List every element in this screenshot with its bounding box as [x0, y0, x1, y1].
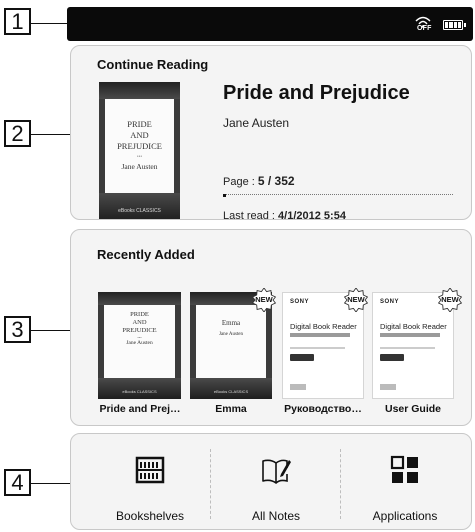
thumb-1-author: Jane Austen	[126, 339, 153, 346]
cover-title-line-2: AND	[130, 129, 149, 140]
thumb-2-author: Jane Austen	[218, 331, 244, 337]
callout-3: 3	[4, 316, 31, 343]
new-badge-icon: NEW	[438, 288, 462, 312]
all-notes-label: All Notes	[251, 509, 301, 523]
new-badge-label: NEW	[441, 295, 459, 304]
continue-reading-title: Continue Reading	[97, 57, 209, 72]
current-book-cover[interactable]: PRIDE AND PREJUDICE ••• Jane Austen eBoo…	[99, 82, 180, 219]
page-info: Page : 5 / 352	[223, 174, 295, 188]
cover-title-line-1: PRIDE	[127, 118, 152, 129]
last-read-label: Last read :	[223, 210, 279, 220]
applications-icon	[390, 455, 418, 483]
new-badge-icon: NEW	[252, 288, 276, 312]
page-label: Page :	[223, 176, 258, 188]
thumb-1-title-line-1: PRIDE	[130, 310, 149, 318]
book-title[interactable]: Pride and Prejudice	[223, 82, 410, 105]
all-notes-button[interactable]: All Notes	[211, 435, 341, 531]
page-value: 5 / 352	[257, 174, 295, 188]
thumb-3-title: Digital Book Reader	[290, 322, 357, 331]
reading-progress-track	[223, 193, 453, 197]
new-badge-label: NEW	[255, 295, 273, 304]
thumb-4-title: Digital Book Reader	[380, 322, 447, 331]
thumb-4-brand: SONY	[380, 299, 400, 305]
callout-4: 4	[4, 469, 31, 496]
recently-added-title: Recently Added	[97, 247, 195, 262]
thumb-3-brand: SONY	[290, 299, 310, 305]
notes-icon	[262, 459, 291, 484]
callout-2: 2	[4, 120, 31, 147]
new-badge-label: NEW	[347, 295, 365, 304]
recent-item-label[interactable]: Emma	[186, 403, 276, 415]
bookshelves-icon	[135, 456, 165, 484]
wifi-status-label: OFF	[417, 25, 432, 32]
callout-4-leader	[31, 483, 70, 484]
thumb-2-publisher: eBooks CLASSICS	[213, 388, 249, 394]
cover-publisher: eBooks CLASSICS	[118, 208, 161, 215]
applications-label: Applications	[372, 509, 438, 523]
cover-title-line-3: PREJUDICE	[117, 140, 162, 151]
recent-item-label[interactable]: User Guide	[368, 403, 458, 415]
recent-item-label[interactable]: Pride and Prej…	[94, 403, 186, 415]
cover-ornament: •••	[136, 154, 143, 160]
thumb-1-title-line-2: AND	[132, 318, 147, 326]
recent-item-label[interactable]: Руководство…	[278, 403, 368, 415]
applications-button[interactable]: Applications	[340, 435, 470, 531]
battery-icon	[443, 20, 466, 30]
bookshelves-button[interactable]: Bookshelves	[85, 435, 215, 531]
bookshelves-label: Bookshelves	[115, 509, 185, 523]
thumb-1-publisher: eBooks CLASSICS	[122, 388, 157, 394]
thumb-1-title-line-3: PREJUDICE	[122, 326, 157, 334]
reading-progress-fill	[223, 193, 226, 197]
callout-3-leader	[31, 330, 70, 331]
callout-1: 1	[4, 8, 31, 35]
book-author: Jane Austen	[223, 116, 290, 130]
callout-2-leader	[31, 134, 70, 135]
cover-author: Jane Austen	[121, 161, 158, 171]
thumb-2-title: Emma	[221, 318, 241, 327]
status-bar: OFF	[67, 7, 473, 41]
callout-1-leader	[31, 23, 67, 24]
last-read-info: Last read : 4/1/2012 5:54	[223, 210, 346, 220]
continue-reading-panel[interactable]: Continue Reading PRIDE AND PREJUDICE •••…	[70, 45, 472, 220]
wifi-off-icon[interactable]: OFF	[413, 15, 435, 35]
last-read-value: 4/1/2012 5:54	[278, 210, 346, 220]
recent-book-cover-pride-and-prejudice[interactable]: PRIDE AND PREJUDICE ••• Jane Austen eBoo…	[98, 292, 181, 399]
new-badge-icon: NEW	[344, 288, 368, 312]
